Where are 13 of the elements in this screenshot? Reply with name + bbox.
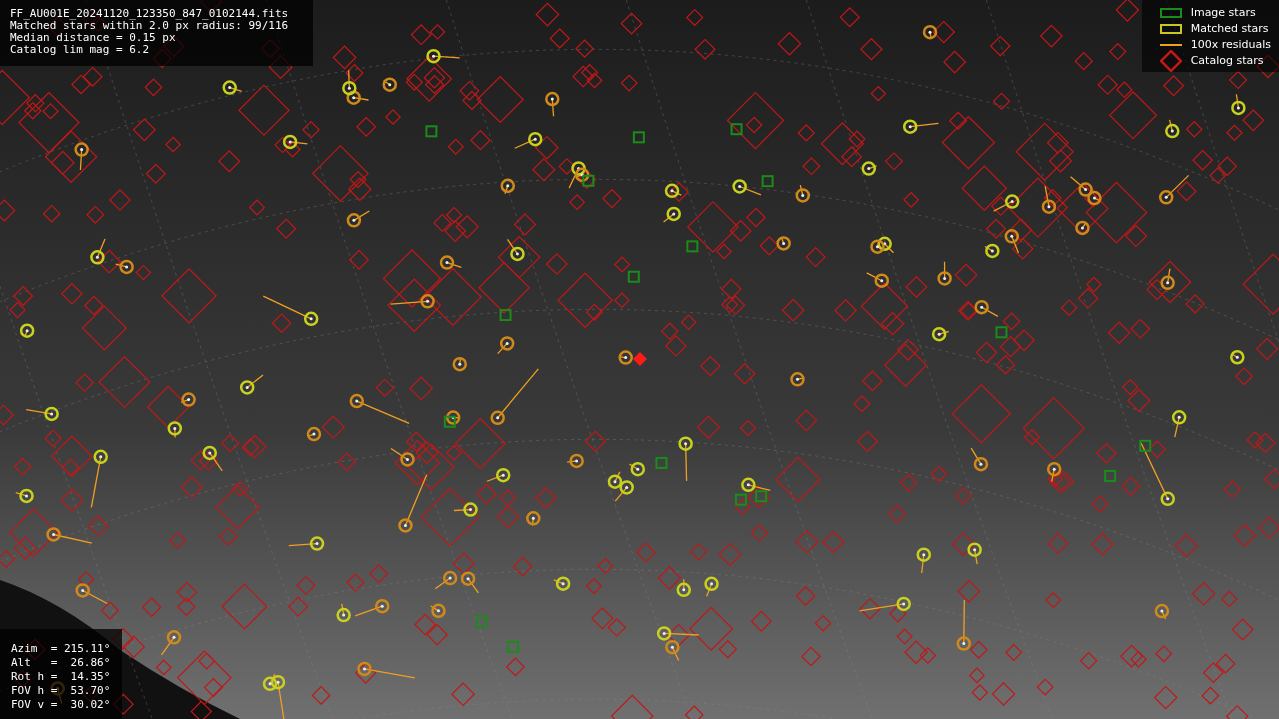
legend-label: Matched stars [1190, 20, 1269, 37]
pointing-text: Alt = 26.86° [11, 656, 111, 670]
info-text: Catalog lim mag = 6.2 [10, 44, 151, 56]
pointing-text: FOV v = 30.02° [11, 698, 111, 712]
legend-label: 100x residuals [1190, 36, 1271, 53]
info-text: FF_AU001E_20241120_123350_847_0102144.fits [10, 8, 290, 20]
pointing-text: Rot h = 14.35° [11, 670, 111, 684]
pointing-text: Azim = 215.11° [11, 642, 111, 656]
pointing-text: FOV h = 53.70° [11, 684, 111, 698]
legend-label: Catalog stars [1190, 52, 1264, 69]
info-text: Matched stars within 2.0 px radius: 99/116 [10, 20, 290, 32]
legend-label: Image stars [1190, 4, 1256, 21]
info-text: Median distance = 0.15 px [10, 32, 177, 44]
